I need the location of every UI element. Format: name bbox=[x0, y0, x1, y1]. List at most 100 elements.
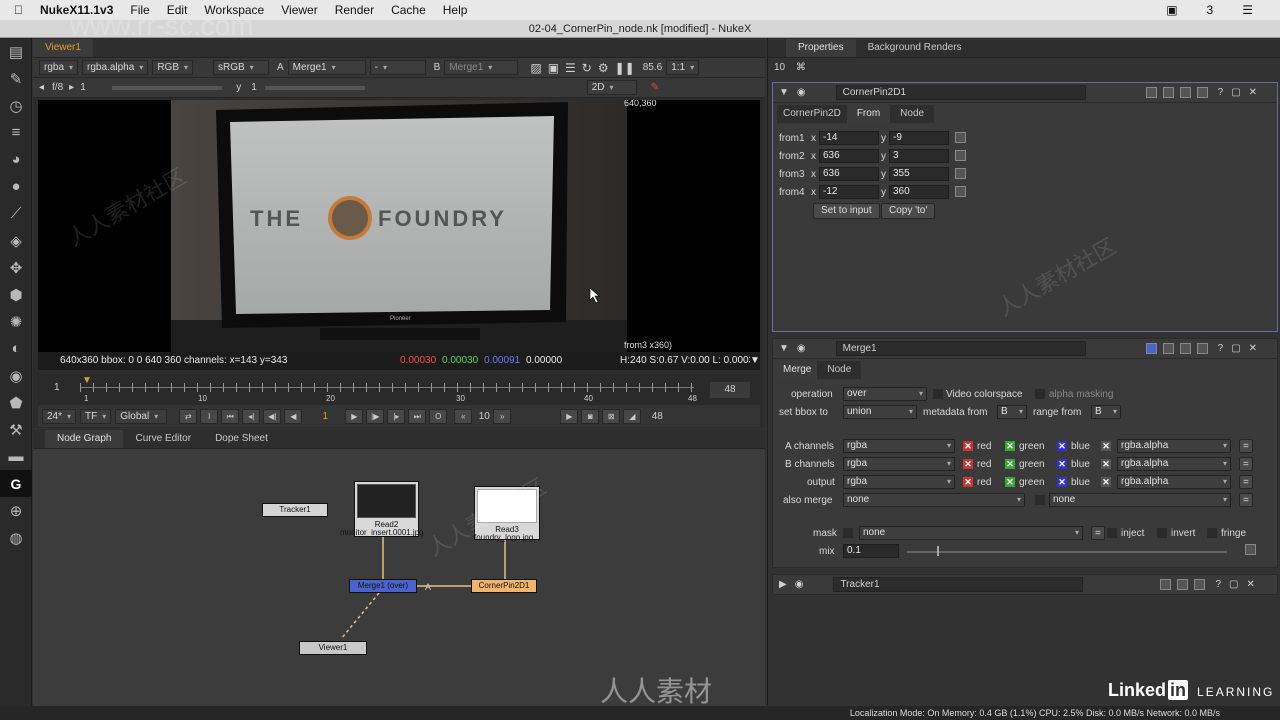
also-merge-dropdown-2[interactable]: none bbox=[1049, 493, 1231, 507]
tab-cornerpin2d[interactable]: CornerPin2D bbox=[777, 105, 847, 123]
revert-icon[interactable] bbox=[1196, 87, 1208, 98]
a-channels-minus-button[interactable]: = bbox=[1239, 439, 1253, 453]
end-frame[interactable]: 48 bbox=[644, 411, 670, 422]
merge-undo-icon[interactable] bbox=[1179, 343, 1191, 354]
b-green-checkbox[interactable]: ✕ bbox=[1005, 459, 1015, 469]
color-icon[interactable]: ◕ bbox=[0, 146, 32, 173]
edit-icon[interactable] bbox=[1162, 87, 1174, 98]
input-a-dropdown[interactable]: Merge1 bbox=[287, 60, 366, 75]
hamburger-icon[interactable]: ☰ bbox=[1242, 3, 1253, 17]
prev-frame-icon[interactable]: ◀| bbox=[263, 408, 282, 424]
last-frame-icon[interactable]: ⏭ bbox=[408, 408, 427, 424]
b-channels-minus-button[interactable]: = bbox=[1239, 457, 1253, 471]
tracker-center-icon[interactable]: ◉ bbox=[795, 579, 804, 590]
tracker-revert-icon[interactable] bbox=[1194, 579, 1206, 590]
gamma-slider[interactable] bbox=[264, 85, 365, 90]
from4-y[interactable]: 360 bbox=[889, 185, 949, 199]
from3-x[interactable]: 636 bbox=[819, 167, 879, 181]
step-back-icon[interactable]: « bbox=[454, 408, 473, 424]
merge-icon[interactable]: ◈ bbox=[0, 227, 32, 254]
tf-dropdown[interactable]: TF bbox=[80, 408, 112, 424]
tab-node[interactable]: Node bbox=[890, 105, 935, 123]
fps-dropdown[interactable]: 24* bbox=[42, 408, 77, 424]
merge-color-icon[interactable] bbox=[1145, 343, 1157, 354]
merge-help-icon[interactable]: ? bbox=[1218, 343, 1224, 354]
fringe-checkbox[interactable] bbox=[1207, 528, 1217, 538]
transform-icon[interactable]: ✥ bbox=[0, 254, 32, 281]
color-swatch-icon[interactable] bbox=[1145, 87, 1157, 98]
close-panel-icon[interactable]: ✕ bbox=[1249, 87, 1257, 98]
next-keyframe-icon[interactable]: |▸ bbox=[387, 408, 406, 424]
output-minus-button[interactable]: = bbox=[1239, 475, 1253, 489]
merge-float-icon[interactable]: ▢ bbox=[1231, 343, 1240, 354]
out-point-icon[interactable]: O bbox=[429, 408, 448, 424]
zoom-dropdown[interactable]: 1:1 bbox=[666, 60, 700, 75]
merge-close-icon[interactable]: ✕ bbox=[1249, 343, 1257, 354]
metadata-icon[interactable]: ⬟ bbox=[0, 389, 32, 416]
fstop-value[interactable]: f/8 bbox=[52, 82, 63, 93]
gain-value[interactable]: 1 bbox=[80, 82, 110, 93]
also-merge-dropdown[interactable]: none bbox=[843, 493, 1025, 507]
deep-icon[interactable]: ◐ bbox=[0, 335, 32, 362]
furnace-icon[interactable]: ⊕ bbox=[0, 497, 32, 524]
ocula-icon[interactable]: ◍ bbox=[0, 524, 32, 551]
mix-value[interactable]: 0.1 bbox=[843, 544, 899, 558]
a-channels-dropdown[interactable]: rgba bbox=[843, 439, 955, 453]
from4-anim-icon[interactable] bbox=[955, 186, 966, 197]
tab-dope-sheet[interactable]: Dope Sheet bbox=[203, 430, 280, 448]
mask-dropdown[interactable]: none bbox=[859, 526, 1083, 540]
sync-icon[interactable]: ⇄ bbox=[179, 408, 198, 424]
tracker-undo-icon[interactable] bbox=[1177, 579, 1189, 590]
set-bbox-dropdown[interactable]: union bbox=[843, 405, 917, 419]
tab-curve-editor[interactable]: Curve Editor bbox=[123, 430, 204, 448]
from4-x[interactable]: -12 bbox=[819, 185, 879, 199]
b-channels-dropdown[interactable]: rgba bbox=[843, 457, 955, 471]
mask-minus-button[interactable]: = bbox=[1091, 526, 1105, 540]
metadata-from-dropdown[interactable]: B bbox=[997, 405, 1027, 419]
output-dropdown[interactable]: rgba bbox=[843, 475, 955, 489]
tab-merge-node[interactable]: Node bbox=[817, 361, 862, 379]
exposure-value[interactable]: 85.6 bbox=[643, 62, 662, 73]
help-icon[interactable]: ? bbox=[1218, 87, 1224, 98]
info-expand-icon[interactable]: ▼ bbox=[750, 352, 760, 370]
also-merge-minus-button[interactable]: = bbox=[1239, 493, 1253, 507]
draw-icon[interactable]: ✎ bbox=[0, 65, 32, 92]
merge-revert-icon[interactable] bbox=[1196, 343, 1208, 354]
keyer-icon[interactable]: ⟋ bbox=[0, 200, 32, 227]
menu-viewer[interactable]: Viewer bbox=[281, 3, 317, 17]
a-alpha-checkbox[interactable]: ✕ bbox=[1101, 441, 1111, 451]
from3-y[interactable]: 355 bbox=[889, 167, 949, 181]
gizmo-icon[interactable]: G bbox=[0, 470, 32, 497]
clear-panels-icon[interactable]: ⌘ bbox=[796, 62, 806, 73]
merge-collapse-icon[interactable]: ▼ bbox=[779, 343, 789, 354]
gamma-value[interactable]: 1 bbox=[251, 82, 257, 93]
node-viewer1[interactable]: Viewer1 bbox=[299, 641, 367, 655]
lut-dropdown[interactable]: sRGB bbox=[213, 60, 269, 75]
merge-center-icon[interactable]: ◉ bbox=[797, 343, 806, 354]
from2-y[interactable]: 3 bbox=[889, 149, 949, 163]
step-forward-icon[interactable]: » bbox=[493, 408, 512, 424]
menu-render[interactable]: Render bbox=[335, 3, 374, 17]
play-backward-icon[interactable]: ◀ bbox=[284, 408, 303, 424]
out-alpha-checkbox[interactable]: ✕ bbox=[1101, 477, 1111, 487]
particles-icon[interactable]: ✺ bbox=[0, 308, 32, 335]
tab-from[interactable]: From bbox=[846, 105, 891, 123]
from2-x[interactable]: 636 bbox=[819, 149, 879, 163]
channel-icon[interactable]: ≡ bbox=[0, 119, 32, 146]
time-icon[interactable]: ◷ bbox=[0, 92, 32, 119]
merge-name-field[interactable]: Merge1 bbox=[835, 341, 1086, 356]
center-icon[interactable]: ◉ bbox=[797, 87, 806, 98]
tab-merge[interactable]: Merge bbox=[777, 361, 818, 379]
tab-background-renders[interactable]: Background Renders bbox=[855, 39, 974, 57]
viewer-image[interactable]: THE FOUNDRY Pioneer 640,360 from3 x360) bbox=[38, 98, 760, 352]
alpha-masking-checkbox[interactable] bbox=[1035, 389, 1045, 399]
view-mode-dropdown[interactable]: 2D bbox=[586, 80, 637, 95]
first-frame-icon[interactable]: ⏮ bbox=[221, 408, 240, 424]
out-blue-checkbox[interactable]: ✕ bbox=[1057, 477, 1067, 487]
gain-slider[interactable] bbox=[112, 85, 223, 90]
menu-help[interactable]: Help bbox=[443, 3, 468, 17]
3d-icon[interactable]: ⬢ bbox=[0, 281, 32, 308]
flipbook-icon[interactable]: ▶ bbox=[560, 408, 579, 424]
node-merge1[interactable]: Merge1 (over) bbox=[349, 579, 417, 593]
lock-icon[interactable]: ⊠ bbox=[602, 408, 621, 424]
